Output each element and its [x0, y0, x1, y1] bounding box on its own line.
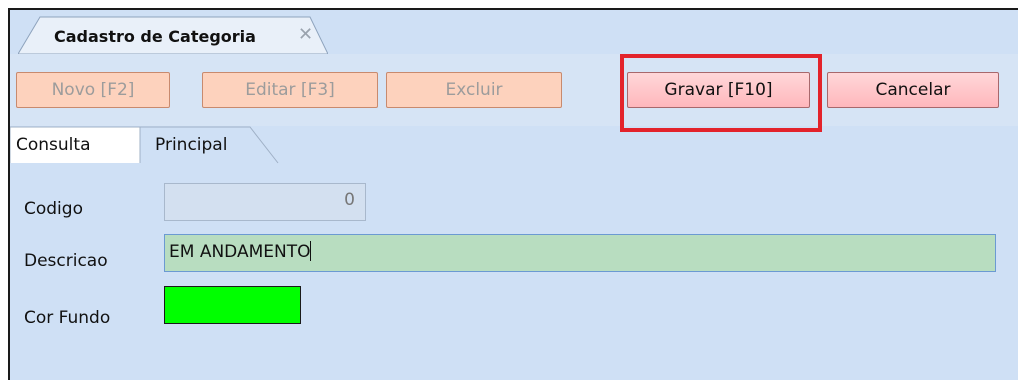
edit-button[interactable]: Editar [F3] [202, 72, 378, 108]
code-field[interactable]: 0 [164, 183, 366, 221]
save-button-highlight [620, 54, 822, 132]
document-tab[interactable]: Cadastro de Categoria ✕ [18, 16, 328, 54]
tab-consulta[interactable]: Consulta [16, 135, 90, 155]
description-input[interactable]: EM ANDAMENTO [164, 234, 996, 272]
delete-button[interactable]: Excluir [386, 72, 562, 108]
background-color-picker[interactable] [164, 286, 301, 324]
description-label: Descricao [24, 251, 108, 271]
new-button[interactable]: Novo [F2] [16, 72, 170, 108]
background-color-label: Cor Fundo [24, 308, 111, 328]
description-value: EM ANDAMENTO [169, 242, 311, 262]
text-caret [310, 241, 312, 261]
document-tab-title: Cadastro de Categoria [54, 27, 256, 46]
code-label: Codigo [24, 199, 83, 219]
tab-principal[interactable]: Principal [155, 135, 227, 155]
cancel-button[interactable]: Cancelar [827, 72, 999, 108]
close-icon[interactable]: ✕ [298, 24, 313, 45]
